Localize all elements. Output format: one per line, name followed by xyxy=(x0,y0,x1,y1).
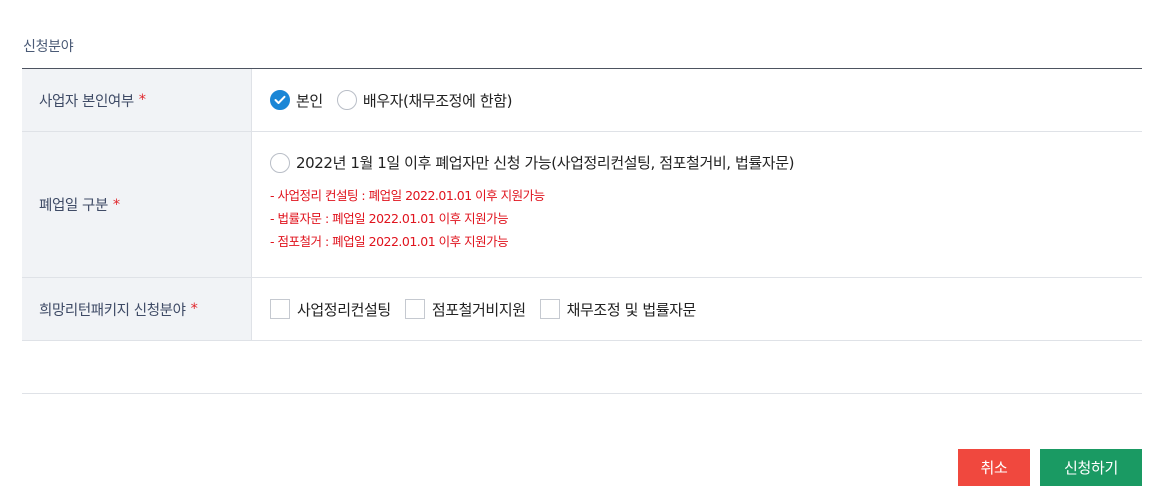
radio-unchecked-icon[interactable] xyxy=(336,90,357,110)
required-mark: * xyxy=(138,92,146,108)
checkbox-option-demolition[interactable]: 점포철거비지원 xyxy=(404,299,526,320)
checkbox-option-debt-legal[interactable]: 채무조정 및 법률자문 xyxy=(539,299,697,320)
notice-item: - 점포철거 : 폐업일 2022.01.01 이후 지원가능 xyxy=(270,234,509,249)
radio-option-self[interactable]: 본인 xyxy=(270,90,323,111)
required-mark: * xyxy=(190,301,198,317)
checkbox-icon[interactable] xyxy=(270,299,290,319)
radio-label: 2022년 1월 1일 이후 폐업자만 신청 가능(사업정리컨설팅, 점포철거비… xyxy=(296,154,795,172)
notice-item: - 법률자문 : 폐업일 2022.01.01 이후 지원가능 xyxy=(270,211,509,226)
row-content-closure-date: 2022년 1월 1일 이후 폐업자만 신청 가능(사업정리컨설팅, 점포철거비… xyxy=(252,132,1142,277)
row-label-text: 폐업일 구분 xyxy=(39,198,108,214)
row-content-application-field: 사업정리컨설팅 점포철거비지원 채무조정 및 법률자문 xyxy=(252,278,1142,340)
section-title: 신청분야 xyxy=(23,39,74,55)
row-closure-date: 폐업일 구분 * 2022년 1월 1일 이후 폐업자만 신청 가능(사업정리컨… xyxy=(22,132,1142,278)
application-form-table: 사업자 본인여부 * 본인 배우자(채무조정에 한함) 폐업일 구분 * 202… xyxy=(22,68,1142,341)
row-label-text: 희망리턴패키지 신청분야 xyxy=(39,302,186,319)
row-label-application-field: 희망리턴패키지 신청분야 * xyxy=(22,278,252,340)
submit-button[interactable]: 신청하기 xyxy=(1040,449,1142,486)
checkbox-label: 점포철거비지원 xyxy=(431,300,526,319)
radio-label: 배우자(채무조정에 한함) xyxy=(362,91,513,110)
checkbox-label: 사업정리컨설팅 xyxy=(297,300,391,319)
row-application-field: 희망리턴패키지 신청분야 * 사업정리컨설팅 점포철거비지원 채무조정 및 법률… xyxy=(22,278,1142,341)
notice-item: - 사업정리 컨설팅 : 폐업일 2022.01.01 이후 지원가능 xyxy=(270,188,545,203)
notice-list: - 사업정리 컨설팅 : 폐업일 2022.01.01 이후 지원가능 - 법률… xyxy=(270,184,545,253)
radio-unchecked-icon[interactable] xyxy=(270,152,290,173)
checkbox-label: 채무조정 및 법률자문 xyxy=(566,300,697,319)
radio-label: 본인 xyxy=(296,91,323,110)
row-content-business-owner: 본인 배우자(채무조정에 한함) xyxy=(252,69,1142,131)
radio-option-spouse[interactable]: 배우자(채무조정에 한함) xyxy=(336,90,513,111)
row-label-business-owner: 사업자 본인여부 * xyxy=(22,69,252,131)
checkbox-icon[interactable] xyxy=(539,299,560,319)
row-business-owner: 사업자 본인여부 * 본인 배우자(채무조정에 한함) xyxy=(22,69,1142,132)
checkbox-option-consulting[interactable]: 사업정리컨설팅 xyxy=(270,299,391,320)
radio-checked-icon[interactable] xyxy=(270,90,290,110)
section-divider xyxy=(22,393,1142,394)
cancel-button[interactable]: 취소 xyxy=(958,449,1030,486)
row-label-text: 사업자 본인여부 xyxy=(39,93,134,110)
row-label-closure-date: 폐업일 구분 * xyxy=(22,132,252,277)
radio-option-closure-after-2022[interactable]: 2022년 1월 1일 이후 폐업자만 신청 가능(사업정리컨설팅, 점포철거비… xyxy=(270,152,794,173)
required-mark: * xyxy=(112,196,120,213)
checkbox-icon[interactable] xyxy=(404,299,425,319)
